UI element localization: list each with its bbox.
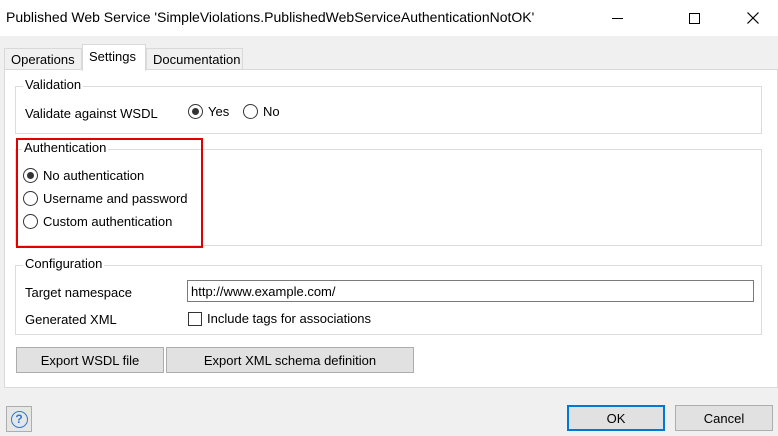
- validate-no-option[interactable]: No: [243, 104, 280, 119]
- close-icon: [747, 12, 759, 24]
- export-wsdl-button[interactable]: Export WSDL file: [16, 347, 164, 373]
- export-xsd-button[interactable]: Export XML schema definition: [166, 347, 414, 373]
- minimize-icon: [611, 17, 623, 19]
- validation-group-label: Validation: [23, 77, 84, 92]
- include-tags-checkbox[interactable]: [188, 311, 202, 326]
- cancel-button[interactable]: Cancel: [675, 405, 773, 431]
- validate-yes-option[interactable]: Yes: [188, 104, 229, 119]
- maximize-button[interactable]: [671, 0, 717, 36]
- include-tags-option[interactable]: Include tags for associations: [188, 311, 371, 326]
- validate-wsdl-label: Validate against WSDL: [25, 106, 158, 121]
- validate-no-radio[interactable]: [243, 104, 258, 119]
- validate-no-label: No: [263, 104, 280, 119]
- target-namespace-input[interactable]: http://www.example.com/: [187, 280, 754, 302]
- authentication-highlight-box: [16, 138, 203, 248]
- tab-documentation[interactable]: Documentation: [146, 48, 243, 70]
- help-button[interactable]: ?: [6, 406, 32, 432]
- window-title: Published Web Service 'SimpleViolations.…: [6, 9, 535, 25]
- target-namespace-label: Target namespace: [25, 285, 132, 300]
- ok-button[interactable]: OK: [567, 405, 665, 431]
- tab-operations[interactable]: Operations: [4, 48, 82, 70]
- validate-yes-label: Yes: [208, 104, 230, 119]
- close-button[interactable]: [730, 0, 776, 36]
- generated-xml-label: Generated XML: [25, 312, 117, 327]
- configuration-group-label: Configuration: [23, 256, 105, 271]
- help-icon: ?: [10, 410, 28, 428]
- validate-yes-radio[interactable]: [188, 104, 203, 119]
- tab-settings[interactable]: Settings: [82, 44, 146, 71]
- title-bar: Published Web Service 'SimpleViolations.…: [0, 0, 778, 36]
- minimize-button[interactable]: [594, 0, 640, 36]
- maximize-icon: [688, 12, 700, 24]
- include-tags-label: Include tags for associations: [207, 311, 372, 326]
